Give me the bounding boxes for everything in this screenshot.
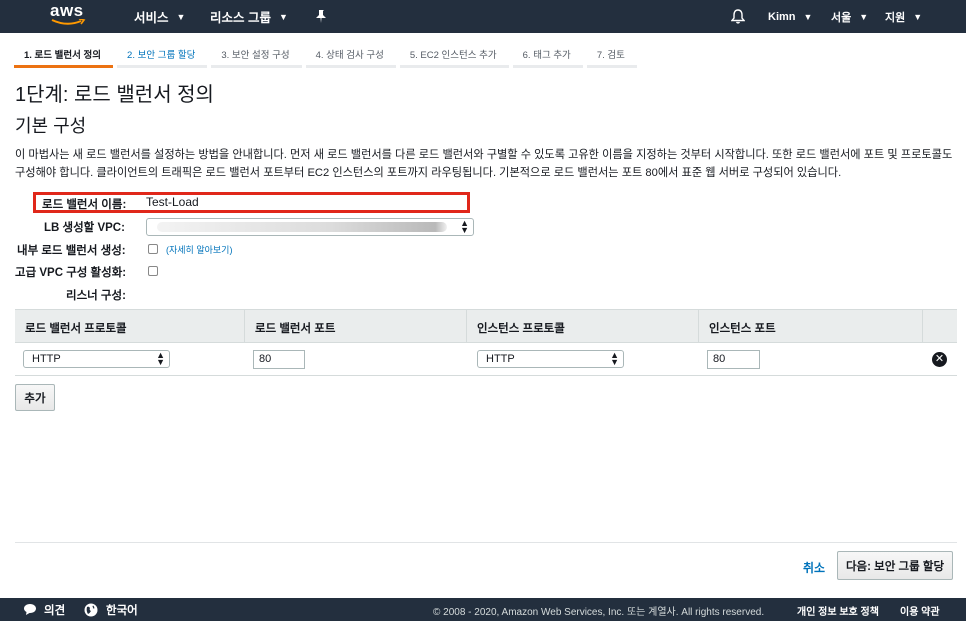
load-balancer-name-input[interactable]: Test-Load: [146, 195, 199, 209]
step-define-load-balancer[interactable]: 1. 로드 밸런서 정의: [14, 42, 114, 68]
globe-icon: [84, 603, 98, 616]
next-assign-security-groups-button[interactable]: 다음: 보안 그룹 할당: [837, 551, 953, 580]
instance-port-input[interactable]: 80: [707, 350, 760, 369]
step-review[interactable]: 7. 검토: [586, 42, 637, 68]
advanced-vpc-label: 고급 VPC 구성 활성화:: [15, 267, 127, 279]
step-configure-security-settings[interactable]: 3. 보안 설정 구성: [211, 42, 302, 68]
aws-logo-text: aws: [50, 1, 84, 20]
actions-divider: [15, 542, 957, 543]
learn-more-link[interactable]: (자세히 알아보기): [166, 243, 232, 256]
header-instance-protocol: 인스턴스 프로토콜: [467, 310, 699, 343]
chevron-down-icon: ▼: [278, 11, 288, 22]
listener-config-label: 리스너 구성:: [66, 290, 126, 302]
lb-protocol-value: HTTP: [32, 353, 61, 365]
load-balancer-name-label: 로드 밸런서 이름:: [42, 199, 127, 211]
lb-port-input[interactable]: 80: [253, 350, 305, 369]
feedback-label: 의견: [44, 604, 66, 617]
advanced-vpc-checkbox[interactable]: [148, 266, 158, 276]
aws-smile-icon: [51, 19, 86, 25]
select-arrows-icon: ▲ ▼: [460, 218, 469, 235]
language-label: 한국어: [106, 604, 138, 617]
account-name: Kimn: [768, 10, 796, 23]
services-menu-label: 서비스: [134, 11, 169, 25]
footer-bar: 의견 한국어 © 2008 - 2020, Amazon Web Service…: [0, 598, 966, 621]
chevron-down-icon: ▼: [913, 11, 923, 22]
account-menu[interactable]: Kimn ▼: [768, 0, 812, 33]
step-assign-security-groups[interactable]: 2. 보안 그룹 할당: [117, 42, 208, 68]
support-menu[interactable]: 지원 ▼: [885, 0, 922, 33]
section-title: 기본 구성: [15, 116, 87, 136]
select-arrows-icon: ▲ ▼: [610, 350, 619, 367]
region-name: 서울: [831, 11, 852, 24]
internal-load-balancer-label: 내부 로드 밸런서 생성:: [17, 245, 126, 257]
chevron-down-icon: ▼: [176, 11, 186, 22]
internal-load-balancer-checkbox[interactable]: [148, 244, 158, 254]
services-menu[interactable]: 서비스 ▼: [134, 0, 185, 33]
language-selector[interactable]: 한국어: [84, 598, 138, 621]
header-lb-port: 로드 밸런서 포트: [245, 310, 467, 343]
header-lb-protocol: 로드 밸런서 프로토콜: [15, 310, 245, 343]
instance-protocol-select[interactable]: HTTP ▲ ▼: [477, 350, 624, 368]
resource-groups-menu[interactable]: 리소스 그룹 ▼: [210, 0, 288, 33]
lb-protocol-select[interactable]: HTTP ▲ ▼: [23, 350, 170, 368]
support-label: 지원: [885, 11, 906, 24]
step-add-tags[interactable]: 6. 태그 추가: [512, 42, 583, 68]
wizard-description: 이 마법사는 새 로드 밸런서를 설정하는 방법을 안내합니다. 먼저 새 로드…: [15, 149, 953, 179]
step-add-ec2-instances[interactable]: 5. EC2 인스턴스 추가: [399, 42, 509, 68]
bell-icon[interactable]: [731, 0, 745, 33]
feedback-button[interactable]: 의견: [23, 598, 65, 621]
region-menu[interactable]: 서울 ▼: [831, 0, 868, 33]
vpc-value-redacted: [157, 222, 447, 232]
pin-icon[interactable]: [315, 0, 327, 33]
step-configure-health-check[interactable]: 4. 상태 검사 구성: [305, 42, 396, 68]
speech-bubble-icon: [24, 604, 36, 615]
cancel-link[interactable]: 취소: [803, 559, 825, 576]
add-listener-button[interactable]: 추가: [15, 384, 55, 411]
select-arrows-icon: ▲ ▼: [156, 350, 165, 367]
terms-of-use-link[interactable]: 이용 약관: [900, 603, 940, 618]
chevron-down-icon: ▼: [859, 11, 869, 22]
instance-protocol-value: HTTP: [486, 353, 515, 365]
vpc-select[interactable]: ▲ ▼: [146, 218, 474, 236]
header-instance-port: 인스턴스 포트: [699, 310, 923, 343]
resource-groups-menu-label: 리소스 그룹: [210, 11, 271, 25]
wizard-steps: 1. 로드 밸런서 정의 2. 보안 그룹 할당 3. 보안 설정 구성 4. …: [14, 42, 641, 68]
vpc-label: LB 생성할 VPC:: [44, 222, 125, 234]
copyright-text: © 2008 - 2020, Amazon Web Services, Inc.…: [433, 607, 765, 618]
aws-logo[interactable]: aws: [50, 2, 90, 30]
listener-table-header: 로드 밸런서 프로토콜 로드 밸런서 포트 인스턴스 프로토콜 인스턴스 포트: [15, 309, 957, 343]
top-navigation-bar: aws 서비스 ▼ 리소스 그룹 ▼ Kimn ▼ 서울 ▼ 지원 ▼: [0, 0, 966, 33]
chevron-down-icon: ▼: [803, 11, 813, 22]
privacy-policy-link[interactable]: 개인 정보 보호 정책: [797, 603, 879, 618]
remove-listener-icon[interactable]: ✕: [932, 352, 947, 367]
page-title: 1단계: 로드 밸런서 정의: [15, 84, 214, 106]
